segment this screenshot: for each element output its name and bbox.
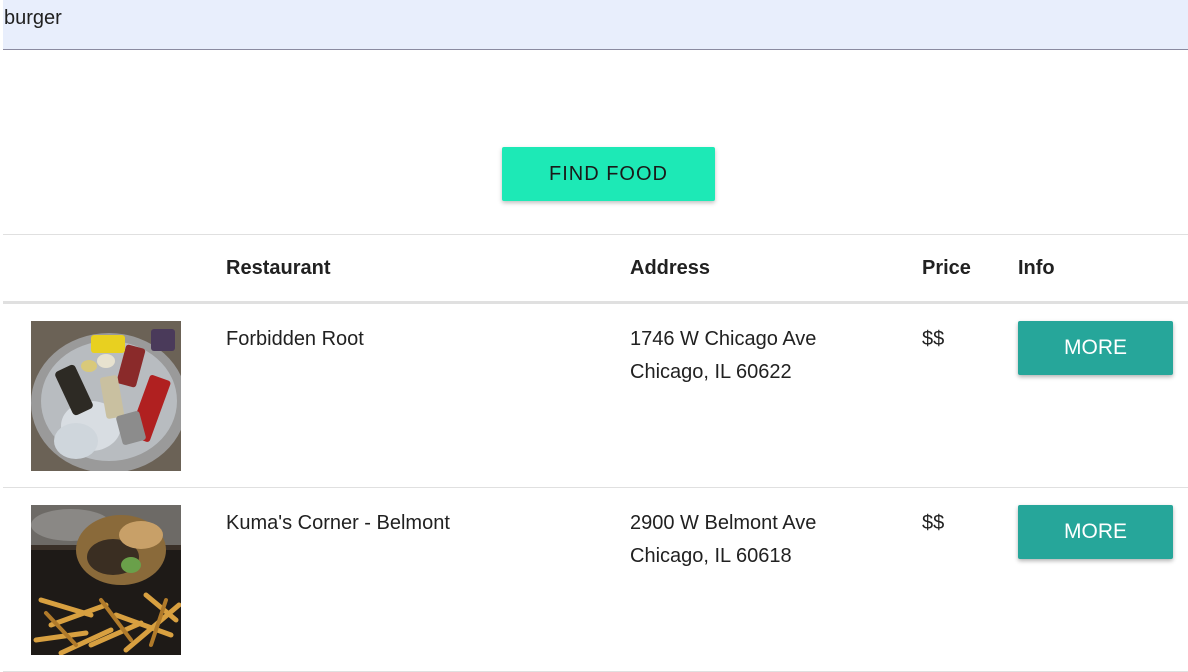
address-line-1: 2900 W Belmont Ave: [630, 512, 817, 534]
restaurant-address: 2900 W Belmont Ave Chicago, IL 60618: [630, 507, 816, 573]
beer-bucket-image: [31, 321, 181, 471]
address-line-2: Chicago, IL 60618: [630, 545, 792, 567]
restaurant-price: $$: [922, 328, 945, 350]
address-line-1: 1746 W Chicago Ave: [630, 328, 817, 350]
restaurant-photo: [31, 505, 181, 655]
restaurant-photo: [31, 321, 181, 471]
restaurant-address: 1746 W Chicago Ave Chicago, IL 60622: [630, 323, 816, 389]
column-header-address: Address: [630, 257, 711, 279]
find-food-button[interactable]: FIND FOOD: [502, 147, 715, 201]
address-line-2: Chicago, IL 60622: [630, 361, 792, 383]
restaurant-price: $$: [922, 512, 945, 534]
more-button[interactable]: MORE: [1018, 505, 1173, 559]
more-button[interactable]: MORE: [1018, 321, 1173, 375]
column-header-info: Info: [1018, 257, 1055, 279]
table-header: Restaurant Address Price Info: [3, 235, 1188, 304]
table-row: Forbidden Root 1746 W Chicago Ave Chicag…: [3, 304, 1188, 488]
burger-fries-image: [31, 505, 181, 655]
search-input[interactable]: [3, 0, 1188, 36]
restaurant-name: Kuma's Corner - Belmont: [226, 512, 450, 534]
restaurant-name: Forbidden Root: [226, 328, 364, 350]
column-header-restaurant: Restaurant: [226, 257, 331, 279]
search-bar: [3, 0, 1188, 50]
results-table: Restaurant Address Price Info Forbidden …: [3, 234, 1188, 672]
table-row: Kuma's Corner - Belmont 2900 W Belmont A…: [3, 488, 1188, 672]
column-header-price: Price: [922, 257, 971, 279]
